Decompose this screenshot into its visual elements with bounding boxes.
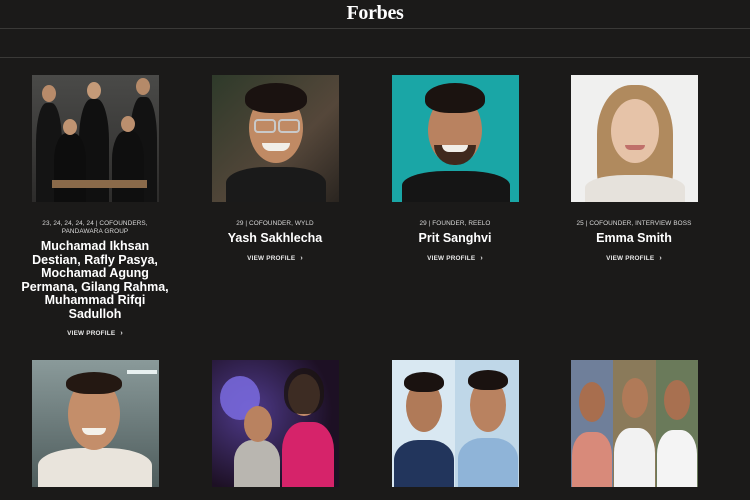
- view-profile-label: VIEW PROFILE: [606, 254, 655, 262]
- profile-card: [381, 360, 529, 487]
- view-profile-link[interactable]: VIEW PROFILE ›: [560, 255, 708, 262]
- profile-card: 23, 24, 24, 24, 24 | COFOUNDERS, PANDAWA…: [21, 75, 169, 337]
- profile-name[interactable]: Muchamad Ikhsan Destian, Rafly Pasya, Mo…: [21, 239, 169, 321]
- profile-photo[interactable]: [31, 75, 159, 202]
- profile-meta: 23, 24, 24, 24, 24 | COFOUNDERS, PANDAWA…: [42, 220, 148, 235]
- forbes-logo[interactable]: Forbes: [0, 2, 750, 25]
- profile-meta: 25 | COFOUNDER, INTERVIEW BOSS: [576, 220, 692, 227]
- profile-card: 25 | COFOUNDER, INTERVIEW BOSS Emma Smit…: [560, 75, 708, 262]
- profile-card: 29 | FOUNDER, REELO Prit Sanghvi VIEW PR…: [381, 75, 529, 262]
- chevron-right-icon: ›: [120, 330, 123, 337]
- profile-card: [560, 360, 708, 487]
- profile-card: [201, 360, 349, 487]
- view-profile-link[interactable]: VIEW PROFILE ›: [201, 255, 349, 262]
- profile-name[interactable]: Prit Sanghvi: [381, 231, 529, 246]
- profile-name[interactable]: Yash Sakhlecha: [201, 231, 349, 246]
- profile-card: [21, 360, 169, 487]
- header-divider: [0, 57, 750, 58]
- profile-name[interactable]: Emma Smith: [560, 231, 708, 246]
- profile-meta: 29 | COFOUNDER, WYLD: [236, 220, 314, 227]
- view-profile-label: VIEW PROFILE: [427, 254, 476, 262]
- chevron-right-icon: ›: [659, 254, 662, 262]
- chevron-right-icon: ›: [480, 254, 483, 262]
- view-profile-label: VIEW PROFILE: [247, 254, 296, 262]
- profile-photo[interactable]: [570, 360, 698, 487]
- chevron-right-icon: ›: [300, 254, 303, 262]
- view-profile-link[interactable]: VIEW PROFILE ›: [381, 255, 529, 262]
- site-header: Forbes: [0, 0, 750, 29]
- view-profile-label: VIEW PROFILE: [67, 330, 116, 337]
- profile-meta: 29 | FOUNDER, REELO: [419, 220, 491, 227]
- profile-photo[interactable]: [570, 75, 698, 202]
- profile-photo[interactable]: [391, 75, 519, 202]
- profile-photo[interactable]: [391, 360, 519, 487]
- view-profile-link[interactable]: VIEW PROFILE ›: [21, 330, 169, 337]
- profile-photo[interactable]: [211, 75, 339, 202]
- profile-photo[interactable]: [31, 360, 159, 487]
- profile-card: 29 | COFOUNDER, WYLD Yash Sakhlecha VIEW…: [201, 75, 349, 262]
- profile-photo[interactable]: [211, 360, 339, 487]
